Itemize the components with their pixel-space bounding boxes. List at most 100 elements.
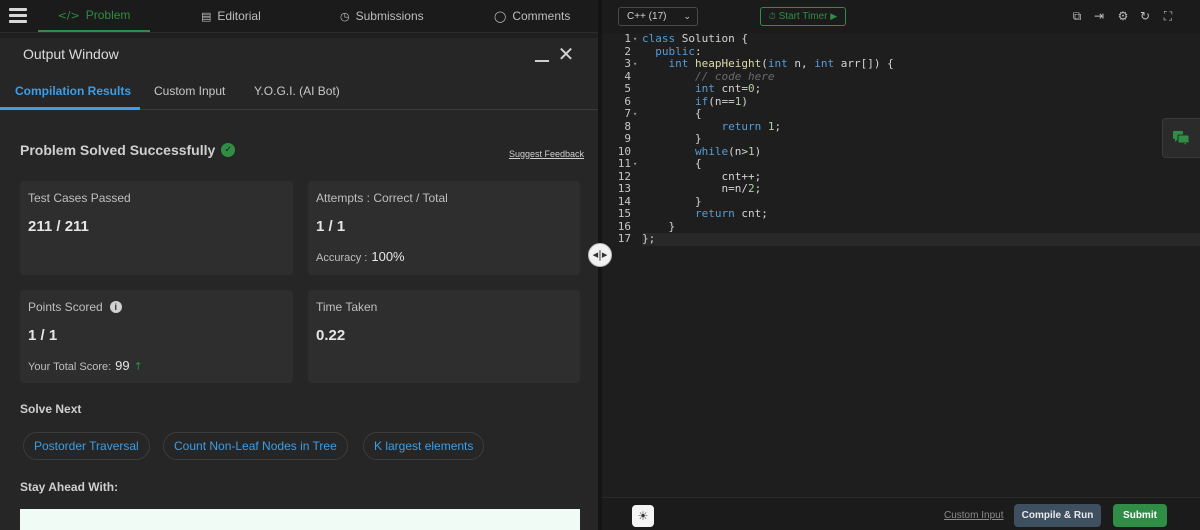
line-number: 11 [617, 157, 631, 170]
language-value: C++ (17) [627, 11, 667, 22]
fold-caret-icon[interactable]: ▾ [633, 58, 637, 71]
check-circle-icon: ✓ [221, 143, 236, 157]
tab-problem-label: Problem [85, 8, 131, 22]
comment-icon: ◯ [494, 9, 507, 23]
stopwatch-icon: ⏱ [768, 12, 776, 22]
fold-caret-icon[interactable]: ▾ [633, 158, 637, 171]
code-line: n=n/2; [642, 182, 762, 195]
test-cases-value: 211 / 211 [28, 218, 89, 235]
submit-button[interactable]: Submit [1113, 504, 1167, 527]
editor-footer: ☀ Custom Input Compile & Run Submit [602, 497, 1200, 530]
points-card: Points Scored i 1 / 1 Your Total Score: … [20, 290, 293, 383]
time-taken-card: Time Taken 0.22 [308, 290, 580, 383]
total-score-value: 99 [115, 358, 130, 373]
points-label-row: Points Scored i [28, 300, 122, 314]
attempts-value: 1 / 1 [316, 218, 346, 235]
code-line: while(n>1) [694, 144, 762, 158]
tab-comments[interactable]: ◯ Comments [494, 0, 570, 32]
close-icon[interactable]: ✕ [557, 44, 575, 64]
editor-toolbar: C++ (17) ⌄ ⏱ Start Timer ▶ ⧉ ⇥ ⚙ ↻ ⛶ [602, 0, 1200, 33]
code-line: int cnt=0; [694, 82, 762, 95]
time-taken-label: Time Taken [316, 300, 378, 314]
line-number: 3 [624, 57, 631, 70]
suggested-problem-chip[interactable]: K largest elements [363, 432, 485, 460]
chevron-down-icon: ⌄ [683, 11, 691, 21]
test-cases-card: Test Cases Passed 211 / 211 [20, 181, 293, 275]
tab-editorial[interactable]: ▤ Editorial [201, 0, 261, 32]
line-number: 1 [624, 32, 631, 45]
language-select[interactable]: C++ (17) ⌄ [618, 7, 698, 26]
start-timer-button[interactable]: ⏱ Start Timer ▶ [760, 7, 846, 26]
copy-icon[interactable]: ⧉ [1070, 9, 1084, 23]
suggested-problem-chip[interactable]: Postorder Traversal [23, 432, 150, 460]
line-number: 7 [624, 107, 631, 120]
chat-icon [1173, 131, 1189, 145]
total-score-row: Your Total Score: 99 ↑ [28, 358, 143, 373]
suggest-feedback-link[interactable]: Suggest Feedback [509, 149, 584, 159]
top-nav: </> Problem ▤ Editorial ◷ Submissions ◯ … [0, 0, 598, 33]
output-window-header: Output Window ✕ [0, 38, 598, 72]
fullscreen-icon[interactable]: ⛶ [1161, 9, 1175, 23]
clock-icon: ◷ [340, 9, 350, 23]
hamburger-menu-icon[interactable] [7, 5, 29, 27]
tab-compilation-results[interactable]: Compilation Results [15, 84, 131, 98]
editor-pane: C++ (17) ⌄ ⏱ Start Timer ▶ ⧉ ⇥ ⚙ ↻ ⛶ 1 ▾ c… [602, 0, 1200, 530]
code-line: { [642, 157, 702, 170]
start-timer-label: Start Timer [778, 11, 828, 22]
code-editor[interactable]: 1 ▾ class Solution {2 public: 3 ▾ int heapHe… [602, 32, 1200, 497]
accuracy-row: Accuracy : 100% [316, 249, 405, 264]
tab-yogi-ai-bot[interactable]: Y.O.G.I. (AI Bot) [254, 84, 340, 98]
minimize-icon[interactable] [533, 44, 551, 64]
solve-next-heading: Solve Next [20, 402, 82, 416]
tab-submissions-label: Submissions [355, 9, 424, 23]
points-value: 1 / 1 [28, 327, 58, 344]
output-tabs: Compilation Results Custom Input Y.O.G.I… [0, 76, 598, 110]
code-icon: </> [57, 8, 80, 22]
output-window: Output Window ✕ Compilation Results Cust… [0, 38, 598, 530]
chat-toggle-button[interactable] [1162, 118, 1200, 158]
fold-caret-icon[interactable]: ▾ [633, 33, 637, 46]
suggested-problem-chip[interactable]: Count Non-Leaf Nodes in Tree [163, 432, 348, 460]
custom-input-link[interactable]: Custom Input [944, 510, 1003, 521]
lightbulb-icon[interactable]: ☀ [632, 505, 654, 527]
code-line: return cnt; [694, 207, 768, 220]
status-text: Problem Solved Successfully [20, 142, 216, 158]
info-icon[interactable]: i [109, 301, 122, 313]
settings-icon[interactable]: ⚙ [1116, 9, 1130, 23]
reset-icon[interactable]: ↻ [1138, 9, 1152, 23]
code-line: if(n==1) [694, 94, 748, 108]
line-number: 9 [624, 132, 631, 145]
resize-handle-icon[interactable]: ◂|▸ [588, 243, 612, 267]
code-line: } [642, 219, 676, 233]
tab-problem[interactable]: </> Problem [38, 0, 150, 32]
line-number: 15 [617, 207, 631, 220]
code-line: }; [642, 232, 1200, 246]
fold-caret-icon[interactable]: ▾ [633, 108, 637, 121]
test-cases-label: Test Cases Passed [28, 191, 131, 205]
problem-pane: </> Problem ▤ Editorial ◷ Submissions ◯ … [0, 0, 598, 530]
tab-submissions[interactable]: ◷ Submissions [340, 0, 424, 32]
time-taken-value: 0.22 [316, 327, 346, 344]
tab-comments-label: Comments [512, 9, 571, 23]
status-heading: Problem Solved Successfully ✓ [20, 142, 236, 158]
exit-icon[interactable]: ⇥ [1092, 9, 1106, 23]
output-window-title: Output Window [23, 46, 119, 62]
tab-editorial-label: Editorial [217, 9, 261, 23]
accuracy-value: 100% [371, 249, 405, 264]
code-line: return 1; [721, 119, 782, 133]
promo-banner[interactable] [20, 509, 580, 530]
attempts-label: Attempts : Correct / Total [316, 191, 448, 205]
line-number: 17 [617, 232, 631, 245]
code-line: class Solution { [642, 32, 748, 45]
document-icon: ▤ [201, 9, 212, 23]
accuracy-label: Accuracy : [316, 252, 368, 264]
play-icon: ▶ [830, 12, 838, 22]
compile-run-button[interactable]: Compile & Run [1014, 504, 1101, 527]
line-number: 5 [624, 82, 631, 95]
stay-ahead-heading: Stay Ahead With: [20, 480, 119, 494]
tab-custom-input[interactable]: Custom Input [154, 84, 225, 98]
arrow-up-icon: ↑ [133, 360, 143, 373]
line-number: 13 [617, 182, 631, 195]
total-score-label: Your Total Score: [28, 361, 112, 373]
points-label: Points Scored [28, 300, 103, 314]
